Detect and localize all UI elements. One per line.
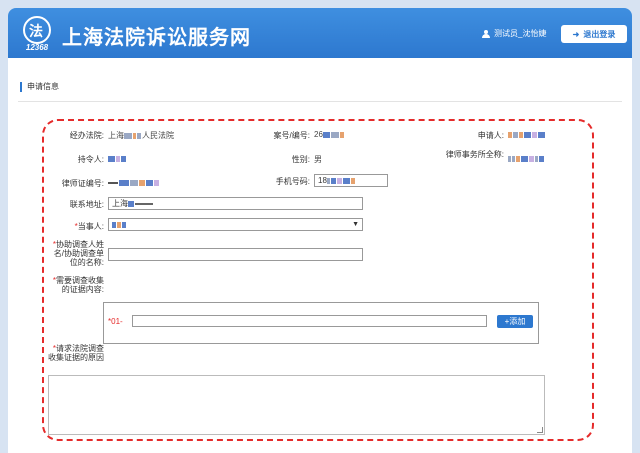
applicant-label: 申请人: xyxy=(477,131,504,140)
holder-label: 持令人: xyxy=(77,155,104,164)
license-label: 律师证编号: xyxy=(61,179,104,188)
current-user: 测试员_沈怡婕 xyxy=(482,28,546,39)
logo-number: 12368 xyxy=(25,43,49,52)
reason-textarea[interactable] xyxy=(48,375,545,435)
party-label: *当事人: xyxy=(74,222,104,231)
case-number-value: 26 xyxy=(314,130,345,139)
gender-label: 性别: xyxy=(291,155,310,164)
logo-glyph: 法 xyxy=(29,23,43,39)
logout-label: 退出登录 xyxy=(583,29,616,39)
assist-label: *协助调查人姓名/协助调查单位的名称: xyxy=(52,240,104,267)
reason-label: *请求法院调查收集证据的原因 xyxy=(48,344,104,362)
court-value: 上海 人民法院 xyxy=(108,131,174,140)
address-label: 联系地址: xyxy=(69,200,104,209)
applicant-value xyxy=(508,130,546,139)
phone-input[interactable]: 18 xyxy=(314,174,388,187)
address-input[interactable]: 上海 xyxy=(108,197,363,210)
section-divider xyxy=(18,101,622,102)
evidence-label: *需要调查收集的证据内容: xyxy=(52,276,104,294)
evidence-item-number: *01- xyxy=(108,317,123,326)
site-title: 上海法院诉讼服务网 xyxy=(62,27,251,49)
section-title: 申请信息 xyxy=(20,82,59,92)
assist-input[interactable] xyxy=(108,248,363,261)
party-select[interactable]: ▼ xyxy=(108,218,363,231)
evidence-box: *01- +添加 xyxy=(103,302,539,344)
court-logo-icon: 法 12368 xyxy=(20,16,54,54)
law-firm-label: 律师事务所全称: xyxy=(445,150,504,159)
case-number-label: 案号/编号: xyxy=(273,131,310,140)
logout-button[interactable]: ➜ 退出登录 xyxy=(561,25,627,43)
license-value xyxy=(108,178,160,187)
site-header: 法 12368 上海法院诉讼服务网 测试员_沈怡婕 ➜ 退出登录 xyxy=(8,8,632,58)
chevron-down-icon: ▼ xyxy=(352,221,359,228)
gender-value: 男 xyxy=(314,155,322,164)
add-evidence-button[interactable]: +添加 xyxy=(497,315,533,328)
law-firm-value xyxy=(508,154,545,163)
phone-label: 手机号码: xyxy=(275,177,310,186)
court-label: 经办法院: xyxy=(69,131,104,140)
holder-value xyxy=(108,154,127,163)
user-icon xyxy=(482,29,490,38)
user-name: 测试员_沈怡婕 xyxy=(494,29,547,38)
main-panel: 申请信息 经办法院: 上海 人民法院 案号/编号: 26 申请人: 持令人: 性别… xyxy=(8,58,632,453)
evidence-input[interactable] xyxy=(132,315,487,327)
resize-handle-icon[interactable] xyxy=(537,427,543,433)
logout-icon: ➜ xyxy=(572,29,580,39)
